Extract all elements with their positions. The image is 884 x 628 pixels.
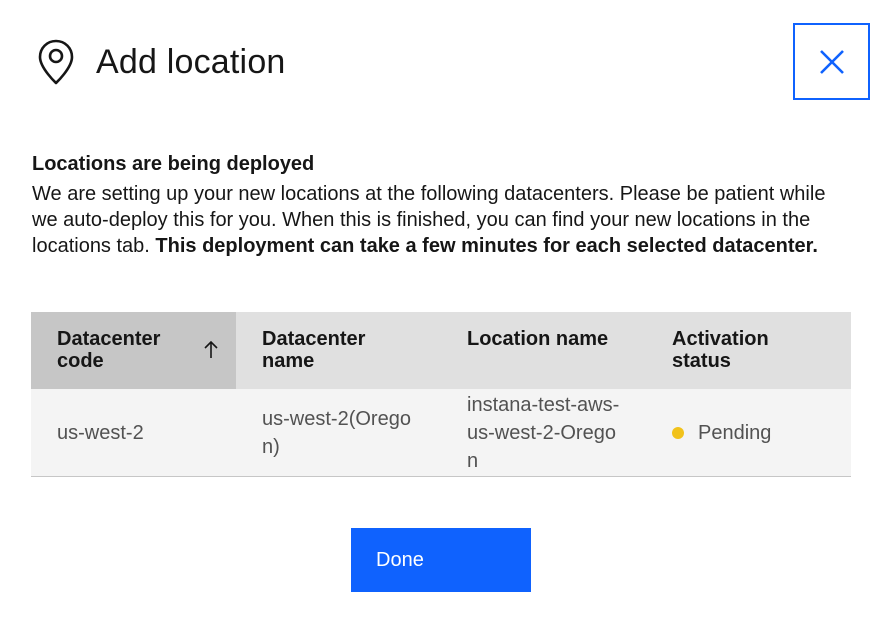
column-header-datacenter-code[interactable]: Datacenter code [31, 312, 236, 389]
table-row: us-west-2 us-west-2(Oregon) instana-test… [31, 389, 851, 477]
status-text: Pending [698, 421, 772, 444]
modal-header: Add location [36, 38, 286, 86]
column-label: Datacenter code [57, 328, 161, 372]
modal-title: Add location [96, 43, 286, 81]
cell-datacenter-code: us-west-2 [57, 421, 144, 444]
column-label: Datacenter name [262, 328, 366, 372]
deploy-heading: Locations are being deployed [32, 153, 315, 175]
description-bold-text: This deployment can take a few minutes f… [155, 235, 818, 257]
cell-datacenter-name: us-west-2(Oregon) [236, 389, 441, 476]
column-header-location-name[interactable]: Location name [441, 312, 646, 389]
close-button[interactable] [793, 23, 870, 100]
status-indicator [672, 426, 684, 439]
datacenter-name-text: us-west-2(Oregon) [262, 407, 411, 458]
table-body: us-west-2 us-west-2(Oregon) instana-test… [31, 389, 851, 477]
close-icon [819, 49, 844, 74]
modal-body: Locations are being deployed We are sett… [32, 151, 852, 259]
column-header-datacenter-name[interactable]: Datacenter name [236, 312, 441, 389]
table-header: Datacenter code Datacenter name Location… [31, 312, 851, 389]
add-location-modal: Add location Locations are being deploye… [0, 0, 884, 628]
done-button[interactable]: Done [351, 528, 531, 592]
column-label: Location name [467, 328, 609, 350]
location-name-text: instana-test-aws-us-west-2-Oregon [467, 393, 620, 472]
cell-location-name: instana-test-aws-us-west-2-Oregon [441, 389, 646, 476]
column-label: Activation status [672, 328, 769, 372]
cell-activation-status: Pending [646, 389, 851, 476]
location-pin-icon [38, 39, 74, 85]
sort-ascending-icon [204, 340, 218, 358]
datacenter-table: Datacenter code Datacenter name Location… [31, 312, 851, 477]
deploy-description: We are setting up your new locations at … [32, 181, 852, 259]
column-header-activation-status[interactable]: Activation status [646, 312, 851, 389]
